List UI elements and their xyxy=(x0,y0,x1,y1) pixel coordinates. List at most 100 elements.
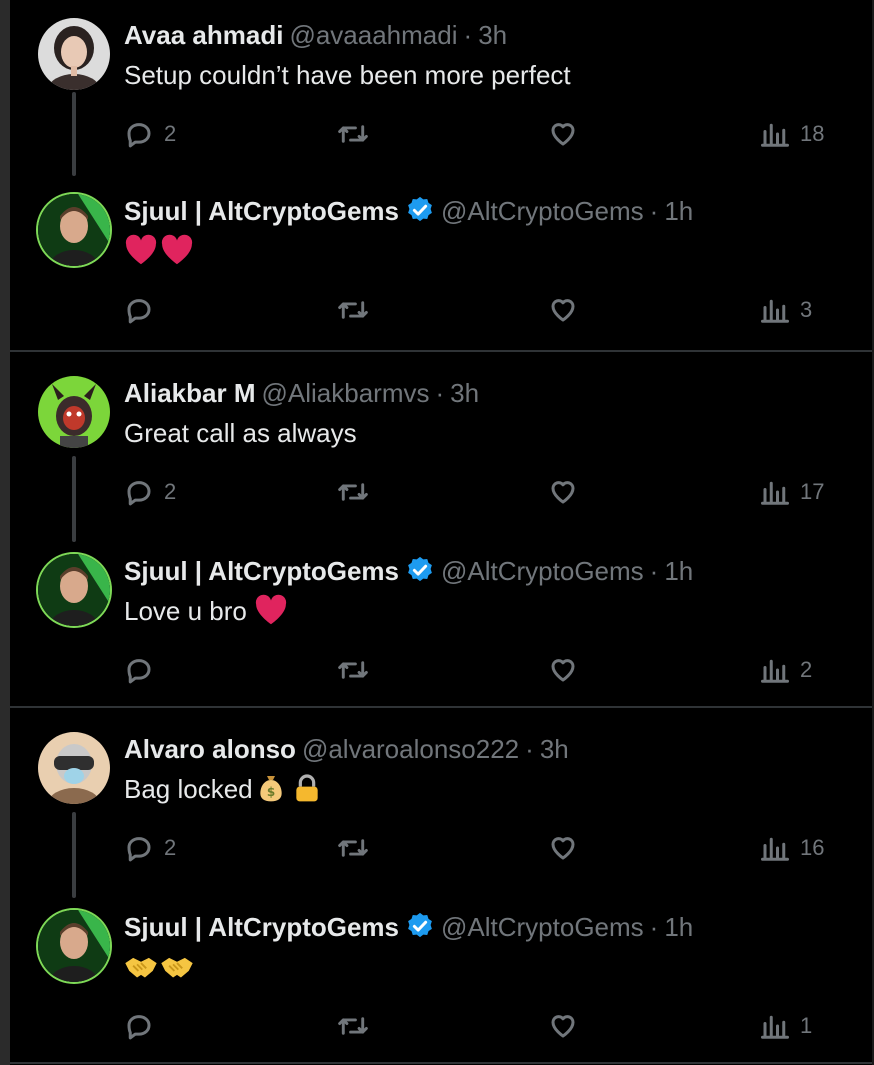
reply-count: 2 xyxy=(164,121,177,146)
views-button[interactable]: 16 xyxy=(760,828,824,868)
views-button[interactable]: 1 xyxy=(760,1006,812,1046)
like-button[interactable] xyxy=(548,650,578,690)
retweet-button[interactable] xyxy=(336,1006,370,1046)
tweet[interactable]: Avaa ahmadi @avaaahmadi · 3h Setup couldn’t… xyxy=(10,0,872,176)
tweet-text xyxy=(124,950,194,984)
avatar[interactable] xyxy=(38,554,110,626)
tweet-text: Bag locked $ xyxy=(124,772,323,806)
user-handle[interactable]: @AltCryptoGems xyxy=(441,196,644,226)
display-name[interactable]: Avaa ahmadi xyxy=(124,20,283,50)
verified-badge-icon xyxy=(408,556,432,582)
timestamp[interactable]: 1h xyxy=(664,556,693,586)
user-handle[interactable]: @AltCryptoGems xyxy=(441,556,644,586)
reply-icon xyxy=(127,837,151,862)
tweet-header: Avaa ahmadi @avaaahmadi · 3h xyxy=(124,18,507,52)
avatar[interactable] xyxy=(38,732,110,804)
heart-emoji xyxy=(255,594,287,625)
views-button[interactable]: 3 xyxy=(760,290,812,330)
reply-button[interactable]: 2 xyxy=(124,472,176,512)
tweet-text: Setup couldn’t have been more perfect xyxy=(124,60,571,90)
reply-button[interactable] xyxy=(124,290,154,330)
reply-button[interactable]: 2 xyxy=(124,828,176,868)
lock-emoji xyxy=(295,774,318,802)
tweet-text: Great call as always xyxy=(124,418,357,448)
tweet-text-content: Bag locked xyxy=(124,774,253,804)
display-name[interactable]: Sjuul | AltCryptoGems xyxy=(124,196,399,226)
tweet-header: Sjuul | AltCryptoGems @AltCryptoGems · 1h xyxy=(124,194,693,228)
like-button[interactable] xyxy=(548,114,578,154)
display-name[interactable]: Sjuul | AltCryptoGems xyxy=(124,556,399,586)
reply-thread: Alvaro alonso @alvaroalonso222 · 3h Bag loc… xyxy=(10,708,872,1064)
money-bag-emoji: $ xyxy=(259,776,282,802)
retweet-icon xyxy=(338,661,368,679)
tweet[interactable]: Aliakbar M @Aliakbarmvs · 3h Great call as … xyxy=(10,352,872,530)
views-button[interactable]: 2 xyxy=(760,650,812,690)
timestamp[interactable]: 3h xyxy=(450,378,479,408)
left-panel-edge xyxy=(0,0,10,1065)
separator-dot: · xyxy=(435,378,445,408)
timestamp[interactable]: 3h xyxy=(478,20,507,50)
separator-dot: · xyxy=(463,20,473,50)
retweet-button[interactable] xyxy=(336,828,370,868)
timestamp[interactable]: 3h xyxy=(540,734,569,764)
reply-count: 2 xyxy=(164,835,177,860)
tweet-header: Alvaro alonso @alvaroalonso222 · 3h xyxy=(124,732,569,766)
tweet[interactable]: Sjuul | AltCryptoGems @AltCryptoGems · 1h L… xyxy=(10,530,872,706)
tweet-actions: 2 16 xyxy=(124,828,844,868)
tweet-header: Aliakbar M @Aliakbarmvs · 3h xyxy=(124,376,479,410)
display-name[interactable]: Alvaro alonso xyxy=(124,734,296,764)
retweet-button[interactable] xyxy=(336,114,370,154)
view-count: 3 xyxy=(800,297,813,322)
tweet-actions: 2 18 xyxy=(124,114,844,154)
avatar[interactable] xyxy=(38,910,110,982)
tweet-actions: 1 xyxy=(124,1006,844,1046)
heart-emoji xyxy=(125,234,157,265)
like-button[interactable] xyxy=(548,290,578,330)
reply-button[interactable] xyxy=(124,650,154,690)
tweet-text xyxy=(124,234,196,268)
retweet-button[interactable] xyxy=(336,650,370,690)
reply-icon xyxy=(127,481,151,506)
separator-dot: · xyxy=(525,734,534,764)
timestamp[interactable]: 1h xyxy=(664,196,693,226)
retweet-icon xyxy=(338,301,368,319)
user-handle[interactable]: @avaaahmadi xyxy=(289,20,457,50)
retweet-icon xyxy=(338,839,368,857)
view-count: 18 xyxy=(800,121,825,146)
heart-emoji xyxy=(161,234,193,265)
tweet[interactable]: Alvaro alonso @alvaroalonso222 · 3h Bag loc… xyxy=(10,708,872,886)
view-count: 1 xyxy=(800,1013,813,1038)
retweet-icon xyxy=(338,483,368,501)
avatar[interactable] xyxy=(38,376,110,448)
display-name[interactable]: Aliakbar M xyxy=(124,378,256,408)
like-button[interactable] xyxy=(548,828,578,868)
view-count: 17 xyxy=(800,479,825,504)
like-button[interactable] xyxy=(548,1006,578,1046)
retweet-button[interactable] xyxy=(336,472,370,512)
heart-icon xyxy=(551,659,575,682)
view-count: 16 xyxy=(800,835,825,860)
retweet-icon xyxy=(338,125,368,143)
tweet-actions: 2 xyxy=(124,650,844,690)
user-handle[interactable]: @Aliakbarmvs xyxy=(262,378,430,408)
timestamp[interactable]: 1h xyxy=(664,912,693,942)
avatar[interactable] xyxy=(38,18,110,90)
tweet-actions: 2 17 xyxy=(124,472,844,512)
heart-icon xyxy=(551,837,575,860)
reply-button[interactable]: 2 xyxy=(124,114,176,154)
handshake-emoji xyxy=(161,957,193,978)
like-button[interactable] xyxy=(548,472,578,512)
views-button[interactable]: 17 xyxy=(760,472,824,512)
tweet-text: Love u bro xyxy=(124,594,290,628)
views-button[interactable]: 18 xyxy=(760,114,824,154)
reply-button[interactable] xyxy=(124,1006,154,1046)
reply-icon xyxy=(127,1015,151,1040)
avatar[interactable] xyxy=(38,194,110,266)
user-handle[interactable]: @alvaroalonso222 xyxy=(302,734,519,764)
user-handle[interactable]: @AltCryptoGems xyxy=(441,912,644,942)
tweet[interactable]: Sjuul | AltCryptoGems @AltCryptoGems · 1h 3 xyxy=(10,176,872,352)
retweet-button[interactable] xyxy=(336,290,370,330)
display-name[interactable]: Sjuul | AltCryptoGems xyxy=(124,912,399,942)
heart-icon xyxy=(551,299,575,322)
tweet[interactable]: Sjuul | AltCryptoGems @AltCryptoGems · 1h 1 xyxy=(10,886,872,1062)
